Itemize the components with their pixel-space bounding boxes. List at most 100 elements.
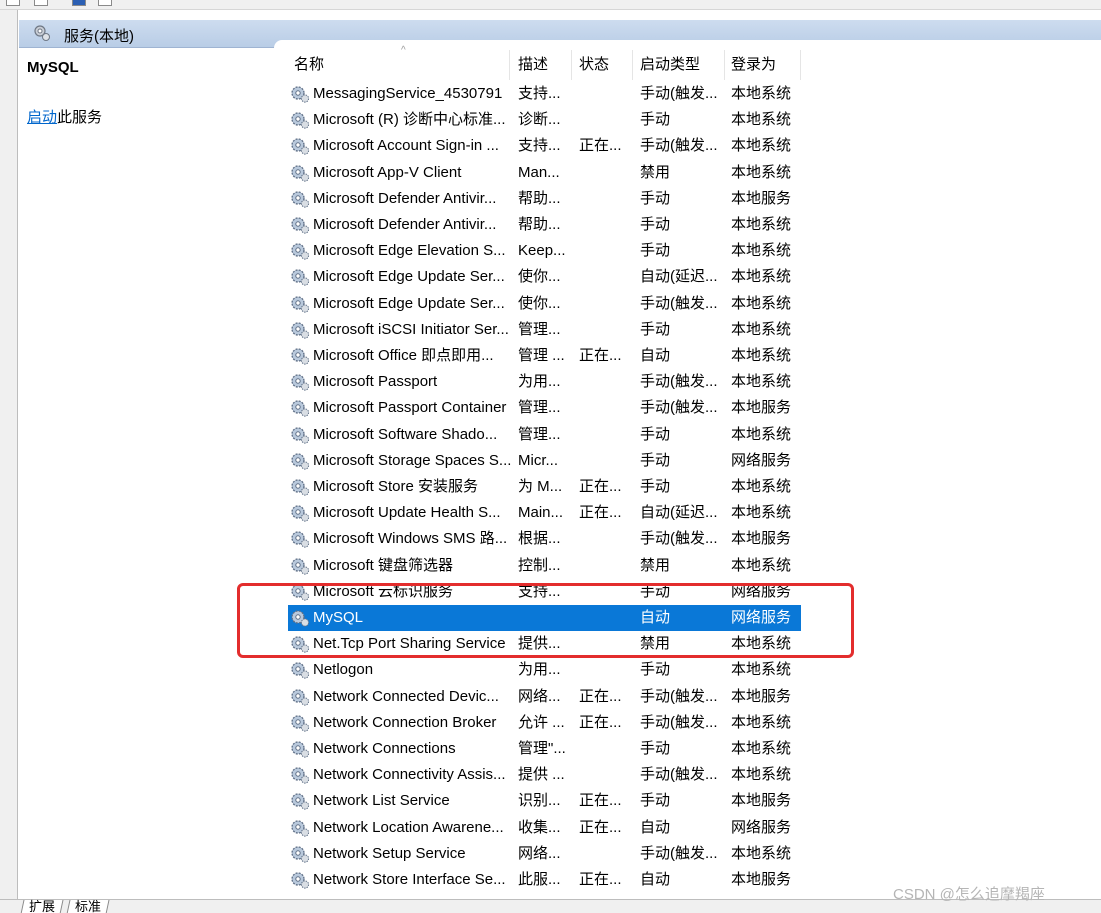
service-row[interactable]: Microsoft Account Sign-in ... 支持... 正在... 手… — [288, 133, 801, 159]
help-button[interactable] — [98, 0, 112, 6]
service-name: Microsoft Account Sign-in ... — [313, 137, 499, 155]
service-row[interactable]: MySQL 自动 网络服务 — [288, 605, 801, 631]
service-logon-as: 本地系统 — [731, 347, 792, 364]
service-name: Microsoft Defender Antivir... — [313, 189, 497, 207]
service-row[interactable]: Network Connection Broker 允许 ... 正在... 手动(触… — [288, 710, 801, 736]
column-header-logon-as[interactable]: 登录为 — [725, 50, 801, 80]
service-startup-type: 禁用 — [640, 163, 671, 181]
service-row[interactable]: Network Connectivity Assis... 提供 ... 手动(触发… — [288, 762, 801, 788]
service-row[interactable]: Netlogon 为用... 手动 本地系统 — [288, 657, 801, 683]
service-row[interactable]: Microsoft Windows SMS 路... 根据... 手动(触发... 本… — [288, 526, 801, 552]
service-row[interactable]: Network Location Awarene... 收集... 正在... 自动 网… — [288, 815, 801, 841]
service-status: 正在... — [579, 713, 622, 731]
service-row[interactable]: Microsoft 云标识服务 支持... 手动 网络服务 — [288, 579, 801, 605]
service-startup-type: 手动 — [640, 661, 671, 679]
service-logon-as: 本地系统 — [731, 844, 792, 862]
service-gear-icon — [291, 872, 310, 889]
service-gear-icon — [291, 846, 310, 863]
service-row[interactable]: Microsoft Office 即点即用... 管理 ... 正在... 自动 本地系… — [288, 343, 801, 369]
service-logon-as: 本地系统 — [731, 85, 792, 102]
service-gear-icon — [291, 767, 310, 784]
service-gear-icon — [291, 715, 310, 732]
service-row[interactable]: MessagingService_4530791 支持... 手动(触发... 本地系… — [288, 81, 801, 107]
tab-standard[interactable]: 标准 — [66, 899, 110, 913]
service-status — [579, 579, 635, 605]
service-status — [579, 369, 635, 395]
service-description: 为用... — [518, 373, 561, 391]
service-name: Microsoft 键盘筛选器 — [313, 556, 454, 574]
service-startup-type: 手动(触发... — [640, 399, 718, 417]
service-startup-type: 手动 — [640, 242, 671, 260]
service-description: 支持... — [518, 85, 561, 102]
toolbar — [0, 0, 1101, 10]
service-row[interactable]: Network Setup Service 网络... 手动(触发... 本地系统 — [288, 841, 801, 867]
service-status — [579, 395, 635, 421]
service-row[interactable]: Network Connections 管理"... 手动 本地系统 — [288, 736, 801, 762]
column-header-startup-type[interactable]: 启动类型 — [634, 50, 725, 80]
start-service-link[interactable]: 启动 — [27, 109, 57, 126]
service-description: 识别... — [518, 792, 561, 810]
service-row[interactable]: Network Connected Devic... 网络... 正在... 手动(触… — [288, 684, 801, 710]
service-row[interactable]: Microsoft Software Shado... 管理... 手动 本地系统 — [288, 422, 801, 448]
service-gear-icon — [291, 479, 310, 496]
service-description: 帮助... — [518, 189, 561, 207]
service-row[interactable]: Microsoft Passport Container 管理... 手动(触发..… — [288, 395, 801, 421]
service-status — [579, 841, 635, 867]
service-description: Man... — [518, 163, 560, 181]
service-row[interactable]: Microsoft Edge Update Ser... 使你... 手动(触发..… — [288, 291, 801, 317]
service-gear-icon — [291, 86, 310, 103]
service-logon-as: 本地服务 — [731, 687, 792, 705]
service-description: 允许 ... — [518, 713, 565, 731]
service-row[interactable]: Network Store Interface Se... 此服... 正在... 自… — [288, 867, 801, 893]
service-startup-type: 禁用 — [640, 635, 671, 653]
service-row[interactable]: Microsoft (R) 诊断中心标准... 诊断... 手动 本地系统 — [288, 107, 801, 133]
service-row[interactable]: Microsoft iSCSI Initiator Ser... 管理... 手动 本… — [288, 317, 801, 343]
service-name: Microsoft Storage Spaces S... — [313, 451, 511, 469]
properties-button[interactable] — [72, 0, 86, 6]
service-row[interactable]: Microsoft Storage Spaces S... Micr... 手动 网络… — [288, 448, 801, 474]
service-description: 此服... — [518, 871, 561, 888]
column-header-name[interactable]: ^ 名称 — [288, 45, 510, 80]
service-name: Microsoft Defender Antivir... — [313, 216, 497, 233]
service-row[interactable]: Microsoft 键盘筛选器 控制... 禁用 本地系统 — [288, 553, 801, 579]
service-startup-type: 手动 — [640, 425, 671, 443]
service-logon-as: 本地系统 — [731, 137, 792, 155]
service-gear-icon — [291, 322, 310, 339]
service-gear-icon — [291, 688, 310, 706]
tab-extended[interactable]: 扩展 — [20, 899, 64, 913]
column-header-status[interactable]: 状态 — [573, 50, 633, 80]
service-row[interactable]: Net.Tcp Port Sharing Service 提供... 禁用 本地系统 — [288, 631, 801, 657]
service-startup-type: 手动(触发... — [640, 713, 718, 731]
service-row[interactable]: Network List Service 识别... 正在... 手动 本地服务 — [288, 788, 801, 814]
service-description: 帮助... — [518, 216, 561, 233]
service-status: 正在... — [579, 137, 622, 155]
service-row[interactable]: Microsoft Passport 为用... 手动(触发... 本地系统 — [288, 369, 801, 395]
header-title: 服务(本地) — [64, 28, 134, 45]
service-row[interactable]: Microsoft Edge Update Ser... 使你... 自动(延迟..… — [288, 264, 801, 290]
service-gear-icon — [291, 453, 310, 470]
service-startup-type: 手动(触发... — [640, 766, 718, 784]
service-name: MySQL — [313, 609, 364, 626]
service-description: 管理"... — [518, 740, 566, 757]
service-startup-type: 禁用 — [640, 556, 671, 574]
service-name: Network Store Interface Se... — [313, 871, 506, 888]
service-row[interactable]: Microsoft Edge Elevation S... Keep... 手动 本地… — [288, 238, 801, 264]
service-logon-as: 本地服务 — [731, 189, 792, 207]
service-status — [579, 762, 635, 788]
service-row[interactable]: Microsoft Update Health S... Main... 正在...… — [288, 500, 801, 526]
folder-button[interactable] — [34, 0, 48, 6]
service-startup-type: 自动(延迟... — [640, 268, 718, 286]
service-row[interactable]: Microsoft Store 安装服务 为 M... 正在... 手动 本地系统 — [288, 474, 801, 500]
service-status — [579, 264, 635, 290]
back-button[interactable] — [6, 0, 20, 6]
service-name: Network Location Awarene... — [313, 818, 504, 836]
service-row[interactable]: Microsoft Defender Antivir... 帮助... 手动 本地服务 — [288, 186, 801, 212]
service-status: 正在... — [579, 818, 622, 836]
service-startup-type: 手动(触发... — [640, 137, 718, 155]
service-status — [579, 160, 635, 186]
service-row[interactable]: Microsoft Defender Antivir... 帮助... 手动 本地系统 — [288, 212, 801, 238]
service-row[interactable]: Microsoft App-V Client Man... 禁用 本地系统 — [288, 160, 801, 186]
column-header-description[interactable]: 描述 — [512, 50, 572, 80]
service-name: Microsoft Edge Elevation S... — [313, 242, 506, 260]
service-status: 正在... — [579, 504, 622, 522]
